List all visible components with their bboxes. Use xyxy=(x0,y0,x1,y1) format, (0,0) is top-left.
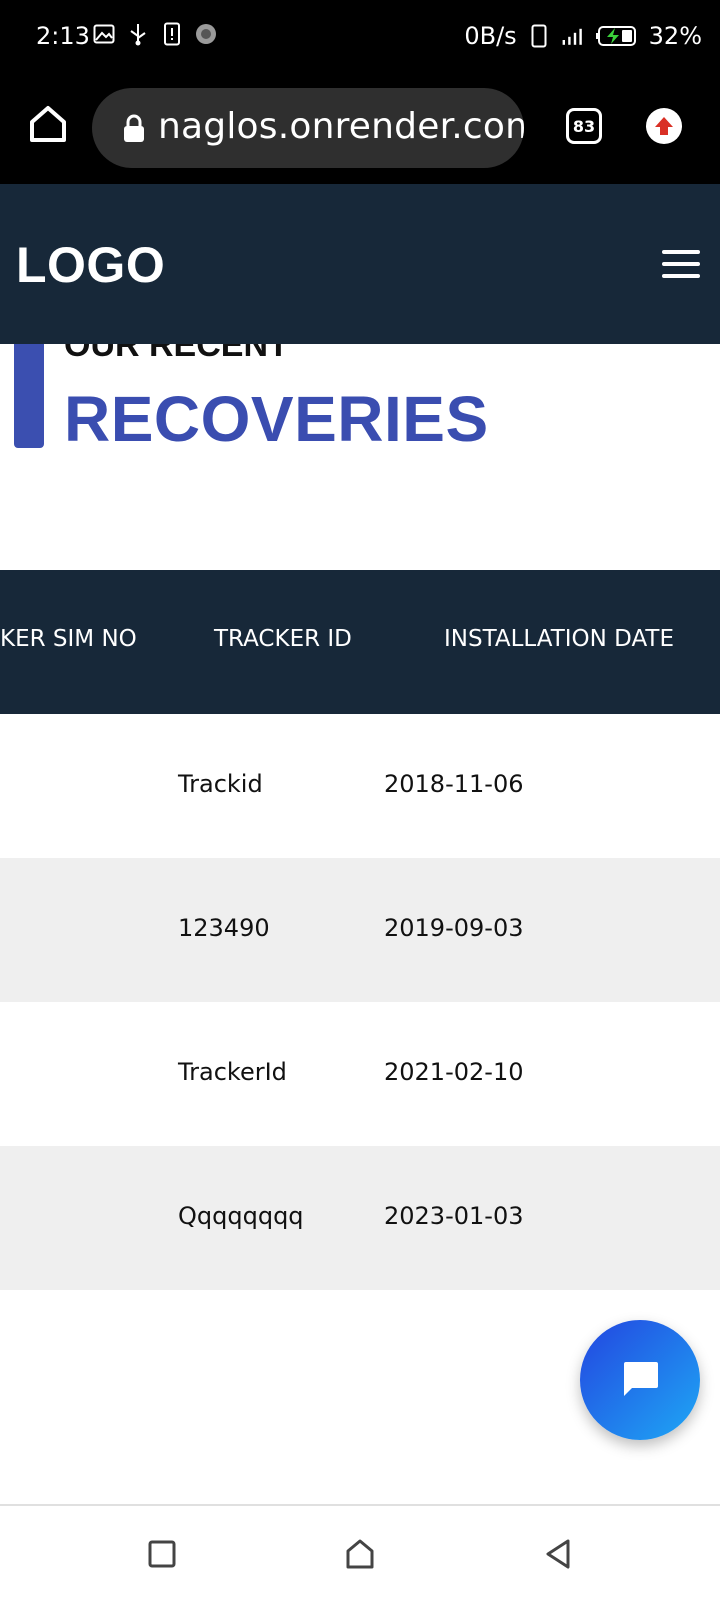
column-header-sim-no: KER SIM NO xyxy=(0,626,137,652)
address-bar[interactable]: naglos.onrender.com xyxy=(92,88,524,168)
battery-level: 32% xyxy=(648,22,702,50)
column-header-tracker-id: TRACKER ID xyxy=(214,626,352,652)
status-time: 2:13 xyxy=(36,22,90,50)
recent-apps-icon[interactable] xyxy=(144,1536,180,1572)
usb-icon xyxy=(126,22,150,46)
table-row: Qqqqqqqq 2023-01-03 xyxy=(0,1146,720,1290)
cell-tracker-id: 123490 xyxy=(178,914,270,942)
section-title: RECOVERIES xyxy=(64,383,489,455)
cell-tracker-id: TrackerId xyxy=(178,1058,287,1086)
site-logo[interactable]: LOGO xyxy=(16,236,165,294)
cell-tracker-id: Trackid xyxy=(178,770,263,798)
system-nav-bar xyxy=(0,1504,720,1600)
table-row: 123490 2019-09-03 xyxy=(0,858,720,1002)
nav-home-icon[interactable] xyxy=(342,1536,378,1572)
alert-icon xyxy=(160,22,184,46)
signal-3g-icon xyxy=(561,24,585,48)
tab-switcher-button[interactable]: 83 xyxy=(566,108,602,144)
update-icon[interactable] xyxy=(646,108,682,144)
table-row: TrackerId 2021-02-10 xyxy=(0,1002,720,1146)
url-text: naglos.onrender.com xyxy=(158,106,524,147)
site-header: LOGO xyxy=(0,184,720,344)
column-header-installation-date: INSTALLATION DATE xyxy=(444,626,674,652)
back-icon[interactable] xyxy=(540,1536,576,1572)
phone-icon xyxy=(527,24,551,48)
image-icon xyxy=(92,22,116,46)
status-right: 0B/s 32% xyxy=(464,22,702,50)
cell-installation-date: 2019-09-03 xyxy=(384,914,524,942)
activity-icon xyxy=(194,22,218,46)
chat-button[interactable] xyxy=(580,1320,700,1440)
menu-icon[interactable] xyxy=(662,250,700,278)
section-subtitle: OUR RECENT xyxy=(64,344,289,364)
table-row: Trackid 2018-11-06 xyxy=(0,714,720,858)
cell-installation-date: 2023-01-03 xyxy=(384,1202,524,1230)
cell-installation-date: 2021-02-10 xyxy=(384,1058,524,1086)
browser-toolbar: naglos.onrender.com 83 xyxy=(0,72,720,184)
cell-installation-date: 2018-11-06 xyxy=(384,770,524,798)
table-header: KER SIM NO TRACKER ID INSTALLATION DATE xyxy=(0,570,720,714)
heading-accent-bar xyxy=(14,344,44,448)
chat-bubble-icon xyxy=(618,1356,662,1405)
battery-charging-icon xyxy=(595,24,639,48)
net-speed: 0B/s xyxy=(464,22,517,50)
status-notification-icons xyxy=(92,22,218,46)
status-bar: 2:13 0B/s 32% xyxy=(0,0,720,72)
browser-home-icon[interactable] xyxy=(26,102,70,146)
cell-tracker-id: Qqqqqqqq xyxy=(178,1202,304,1230)
recoveries-heading: OUR RECENT RECOVERIES xyxy=(0,344,720,570)
lock-icon xyxy=(122,114,146,144)
